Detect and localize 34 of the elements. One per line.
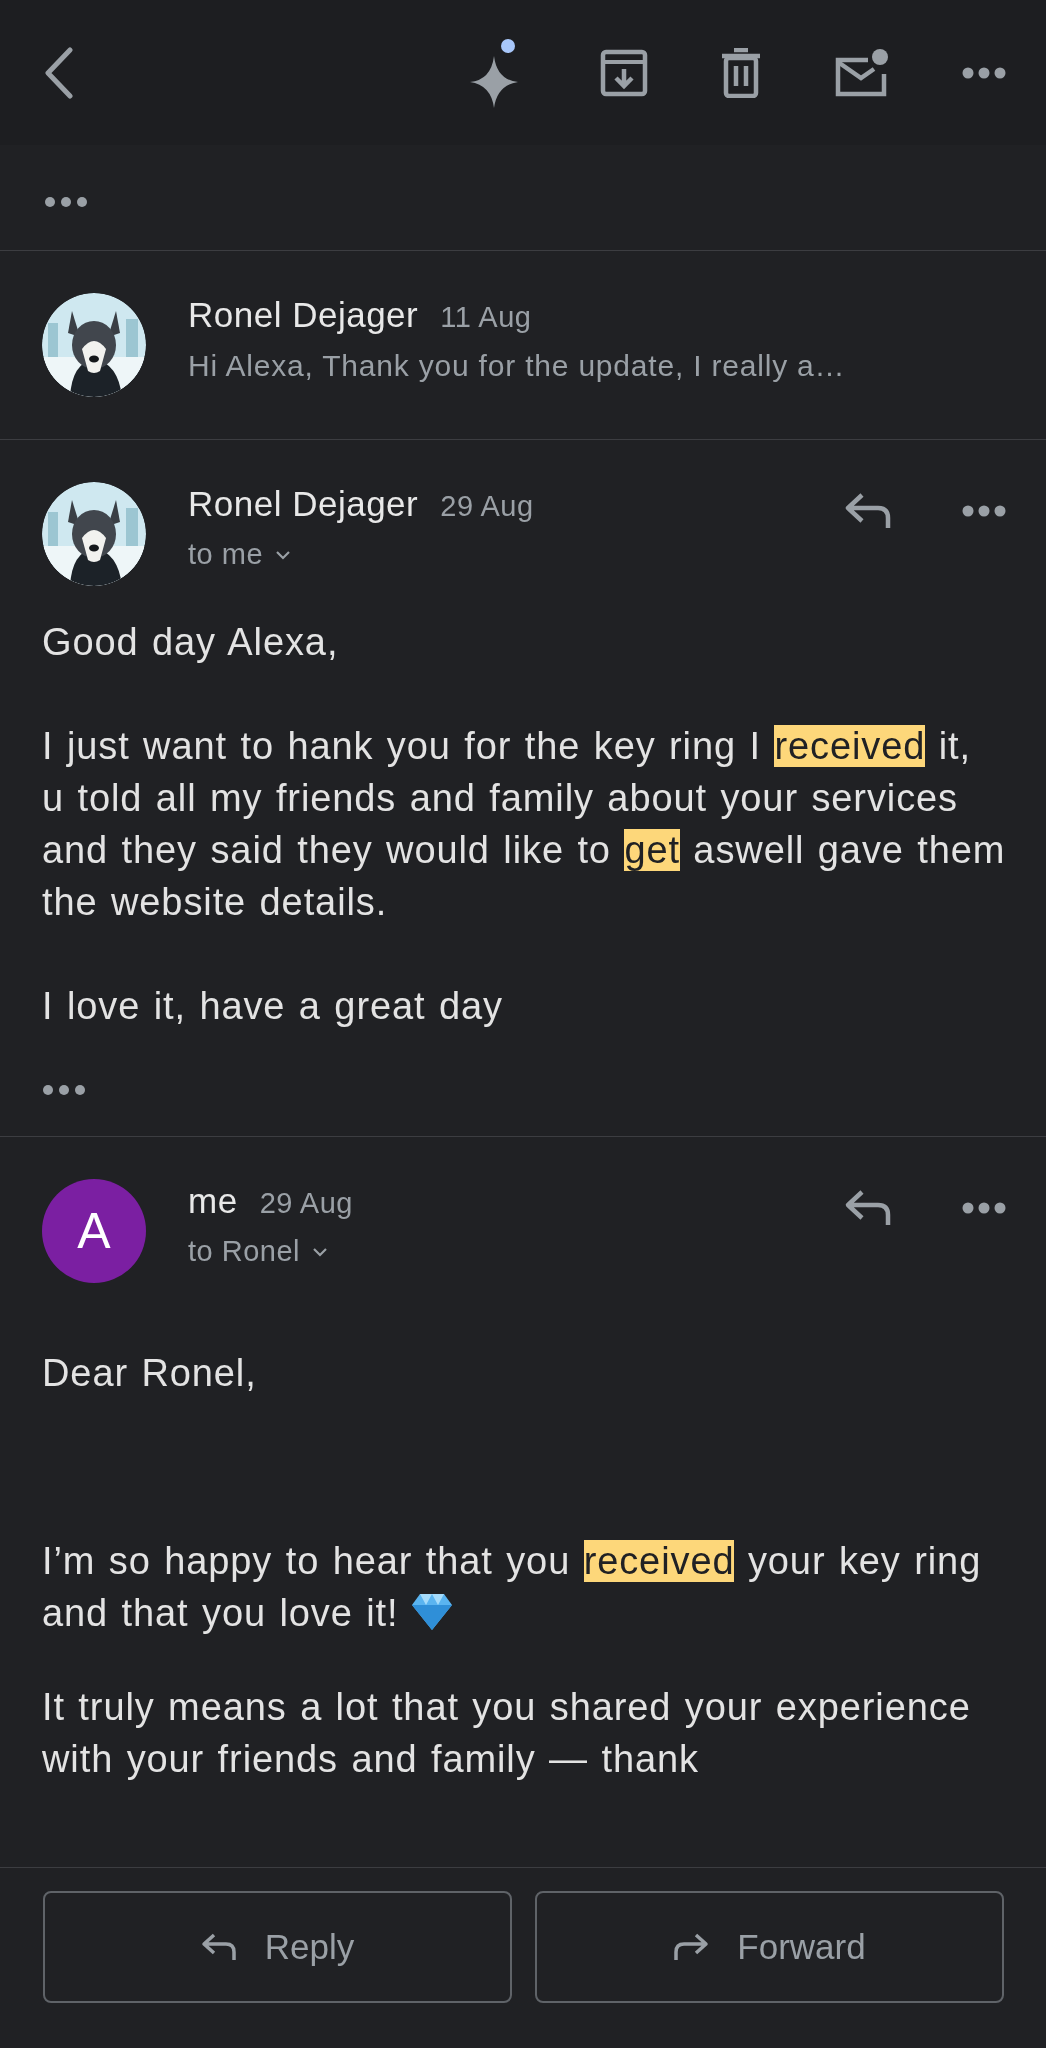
more-icon[interactable] — [42, 1084, 86, 1096]
message-date: 11 Aug — [440, 301, 532, 334]
gem-icon — [410, 1592, 455, 1632]
more-icon[interactable] — [962, 66, 1006, 79]
more-icon[interactable] — [962, 1202, 1006, 1214]
forward-button[interactable]: Forward — [535, 1891, 1004, 2003]
message-paragraph: I love it, have a great day — [42, 984, 504, 1029]
recipient-dropdown[interactable]: to me — [188, 538, 292, 571]
back-icon[interactable] — [44, 46, 74, 99]
message-date: 29 Aug — [440, 490, 534, 523]
mail-icon[interactable] — [834, 47, 890, 98]
message-paragraph: I’m so happy to hear that you received your key ring and that you love it! — [42, 1539, 983, 1636]
recipient-dropdown[interactable]: to Ronel — [188, 1235, 328, 1268]
message-date: 29 Aug — [259, 1187, 353, 1220]
forward-icon — [673, 1932, 710, 1962]
message-snippet: Hi Alexa, Thank you for the update, I really a… — [188, 349, 847, 383]
message-paragraph: Good day Alexa, — [42, 620, 340, 665]
trash-icon[interactable] — [720, 47, 762, 98]
message-paragraph: It truly means a lot that you shared your experience with your friends and family — thank — [42, 1685, 972, 1782]
chevron-icon — [312, 1246, 328, 1257]
archive-icon[interactable] — [600, 48, 648, 97]
more-icon[interactable] — [962, 505, 1006, 517]
message-paragraph: I just want to hank you for the key ring I received it, u told all my friends and family about your services and they said they would like to get aswell gave them the website details. — [42, 724, 1006, 925]
reply-icon — [200, 1932, 237, 1962]
reply-icon[interactable] — [844, 492, 892, 530]
sender-name: Ronel Dejager — [188, 484, 419, 524]
more-icon[interactable] — [44, 196, 88, 208]
chevron-icon — [275, 549, 292, 560]
sender-name: Ronel Dejager — [188, 295, 419, 335]
sender-name: me — [188, 1181, 238, 1221]
message-paragraph: Dear Ronel, — [42, 1351, 258, 1396]
reply-icon[interactable] — [844, 1189, 892, 1227]
avatar: A — [42, 1179, 146, 1283]
reply-button[interactable]: Reply — [43, 1891, 512, 2003]
